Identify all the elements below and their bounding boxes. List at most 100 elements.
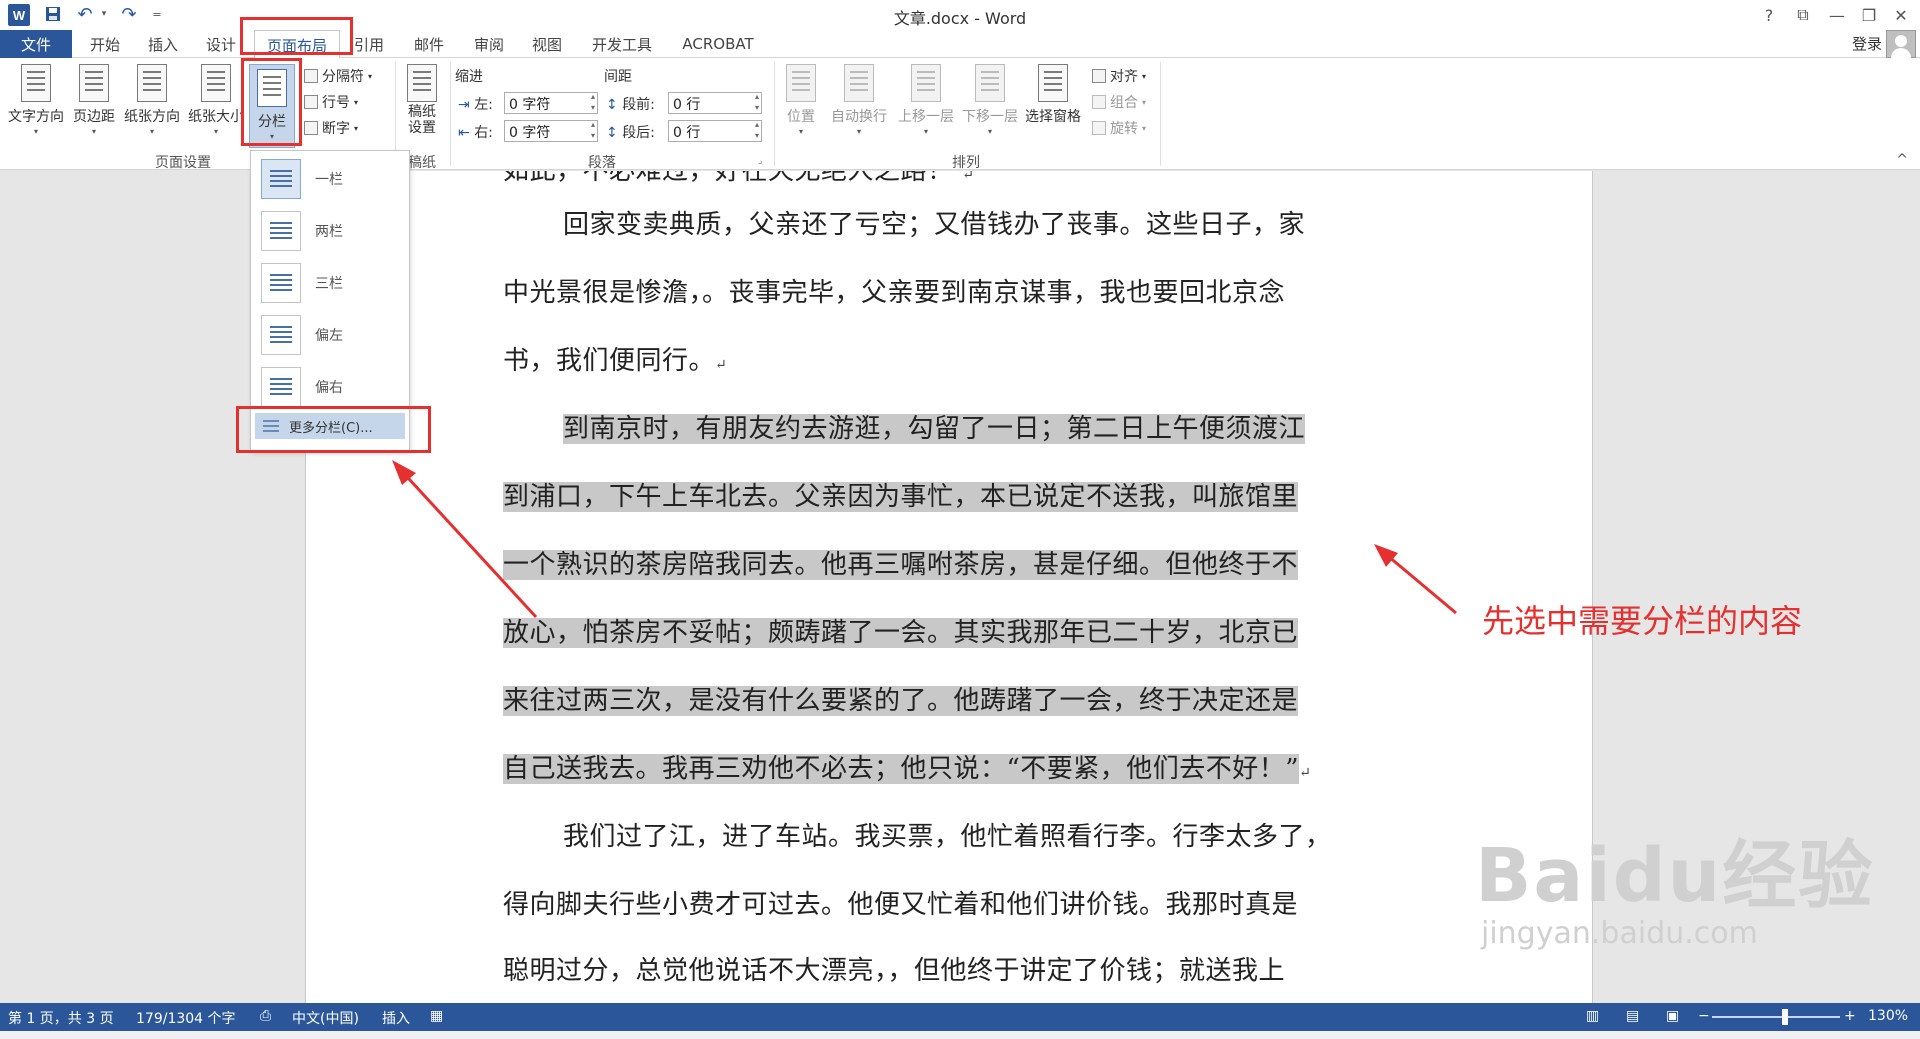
tab-view[interactable]: 视图 (522, 30, 572, 58)
zoom-slider[interactable] (1712, 1016, 1840, 1018)
paragraph-dialog-launcher-icon[interactable]: ⌟ (758, 156, 762, 166)
language-status[interactable]: 中文(中国) (292, 1008, 359, 1028)
zoom-level[interactable]: 130% (1868, 1008, 1908, 1024)
watermark: Baidu经验 jingyan.baidu.com (1475, 836, 1874, 952)
undo-dropdown-icon[interactable]: ▾ (98, 3, 110, 25)
spacing-after-label: ↕ 段后: (606, 122, 655, 142)
position-icon (786, 64, 816, 102)
collapse-ribbon-icon[interactable]: ^ (1896, 152, 1908, 168)
sign-in-link[interactable]: 登录 (1852, 33, 1882, 54)
menu-item-left[interactable]: 偏左 (255, 311, 405, 359)
ribbon-display-options-button[interactable]: ⧉ (1786, 2, 1820, 28)
insert-mode-status[interactable]: 插入 (382, 1008, 410, 1028)
title-bar: W ↶ ▾ ↷ = 文章.docx - Word ? ⧉ — ❐ ✕ (0, 0, 1920, 30)
indent-left-icon: ⇥ (458, 97, 470, 113)
tab-acrobat[interactable]: ACROBAT (672, 30, 764, 58)
web-layout-icon[interactable]: ▣ (1666, 1008, 1679, 1024)
hyphenation-button[interactable]: 断字 ▾ (304, 118, 358, 138)
zoom-in-button[interactable]: + (1844, 1008, 1856, 1024)
indent-right-icon: ⇤ (458, 125, 470, 141)
columns-grid-icon (263, 420, 279, 432)
proofing-icon[interactable]: ⎙ (260, 1008, 271, 1024)
paper-size-label: 纸张大小 (188, 109, 244, 125)
draft-settings-button[interactable]: 稿纸 设置 (400, 60, 444, 136)
tab-mailings[interactable]: 邮件 (404, 30, 454, 58)
chevron-down-icon: ▾ (149, 127, 154, 136)
margins-button[interactable]: 页边距 ▾ (68, 60, 120, 136)
tab-insert[interactable]: 插入 (138, 30, 188, 58)
indent-right-label: ⇤ 右: (458, 122, 493, 142)
draft-settings-label-2: 设置 (408, 120, 436, 136)
group-button[interactable]: 组合 ▾ (1092, 92, 1146, 112)
save-icon[interactable] (42, 3, 64, 25)
orientation-button[interactable]: 纸张方向 ▾ (120, 60, 184, 136)
breaks-label: 分隔符 (322, 69, 364, 85)
right-columns-icon (261, 367, 301, 407)
tab-review[interactable]: 审阅 (464, 30, 514, 58)
text-direction-button[interactable]: 文字方向 ▾ (4, 60, 68, 136)
tab-page-layout[interactable]: 页面布局 (254, 30, 340, 59)
wrap-text-icon (844, 64, 874, 102)
restore-button[interactable]: ❐ (1852, 2, 1886, 28)
menu-item-right[interactable]: 偏右 (255, 363, 405, 411)
menu-item-label: 三栏 (315, 276, 343, 292)
zoom-out-button[interactable]: − (1698, 1008, 1710, 1024)
selection-pane-button[interactable]: 选择窗格 (1020, 60, 1086, 126)
spacing-before-label: ↕ 段前: (606, 94, 655, 114)
hyphenation-label: 断字 (322, 121, 350, 137)
margins-icon (79, 64, 109, 102)
line-numbers-button[interactable]: 行号 ▾ (304, 92, 358, 112)
menu-item-one-column[interactable]: 一栏 (255, 155, 405, 203)
tab-file[interactable]: 文件 (0, 30, 72, 58)
tab-design[interactable]: 设计 (196, 30, 246, 58)
breaks-button[interactable]: 分隔符 ▾ (304, 66, 372, 86)
spacing-before-input[interactable]: 0 行 (668, 91, 762, 114)
read-mode-icon[interactable]: ▥ (1586, 1008, 1599, 1024)
menu-item-three-columns[interactable]: 三栏 (255, 259, 405, 307)
status-bar: 第 1 页，共 3 页 179/1304 个字 ⎙ 中文(中国) 插入 ▦ ▥ … (0, 1003, 1920, 1031)
menu-item-two-columns[interactable]: 两栏 (255, 207, 405, 255)
indent-right-input[interactable]: 0 字符 (504, 119, 598, 142)
indent-left-input[interactable]: 0 字符 (504, 91, 598, 114)
macro-record-icon[interactable]: ▦ (430, 1008, 443, 1024)
group-label-paragraph: 段落 (588, 155, 616, 171)
align-button[interactable]: 对齐 ▾ (1092, 66, 1146, 86)
undo-icon[interactable]: ↶ (74, 3, 96, 25)
send-backward-label: 下移一层 (962, 109, 1018, 125)
position-button[interactable]: 位置 ▾ (780, 60, 822, 136)
avatar[interactable] (1886, 30, 1916, 58)
draft-settings-label-1: 稿纸 (408, 104, 436, 120)
group-icon (1092, 95, 1106, 109)
paper-size-button[interactable]: 纸张大小 ▾ (184, 60, 248, 136)
tab-home[interactable]: 开始 (80, 30, 130, 58)
columns-button[interactable]: 分栏 ▾ (249, 64, 295, 148)
bring-forward-button[interactable]: 上移一层 ▾ (894, 60, 958, 136)
wrap-text-button[interactable]: 自动换行 ▾ (826, 60, 892, 136)
spacing-before-text: 段前: (622, 97, 655, 113)
customize-quick-access-icon[interactable]: = (150, 3, 164, 25)
chevron-down-icon: ▾ (923, 127, 928, 136)
tab-references[interactable]: 引用 (344, 30, 394, 58)
indent-left-label: ⇥ 左: (458, 94, 493, 114)
tab-developer[interactable]: 开发工具 (582, 30, 662, 58)
chevron-down-icon: ▾ (987, 127, 992, 136)
chevron-down-icon: ▾ (91, 127, 96, 136)
close-button[interactable]: ✕ (1884, 2, 1918, 28)
more-columns-menu-item[interactable]: 更多分栏(C)... (255, 413, 405, 439)
zoom-slider-thumb[interactable] (1782, 1009, 1788, 1025)
help-button[interactable]: ? (1752, 2, 1786, 28)
send-backward-button[interactable]: 下移一层 ▾ (958, 60, 1022, 136)
minimize-button[interactable]: — (1820, 2, 1854, 28)
group-label: 组合 (1110, 95, 1138, 111)
redo-icon[interactable]: ↷ (118, 3, 140, 25)
breaks-icon (304, 69, 318, 83)
spacing-after-input[interactable]: 0 行 (668, 119, 762, 142)
bring-forward-icon (911, 64, 941, 102)
rotate-button[interactable]: 旋转 ▾ (1092, 118, 1146, 138)
indent-left-text: 左: (474, 97, 493, 113)
group-label-draft: 稿纸 (408, 155, 436, 171)
ribbon-tabs: 文件 开始 插入 设计 页面布局 引用 邮件 审阅 视图 开发工具 ACROBA… (0, 30, 1920, 59)
print-layout-icon[interactable]: ▤ (1626, 1008, 1639, 1024)
word-count[interactable]: 179/1304 个字 (136, 1008, 236, 1028)
page-count[interactable]: 第 1 页，共 3 页 (8, 1008, 114, 1028)
